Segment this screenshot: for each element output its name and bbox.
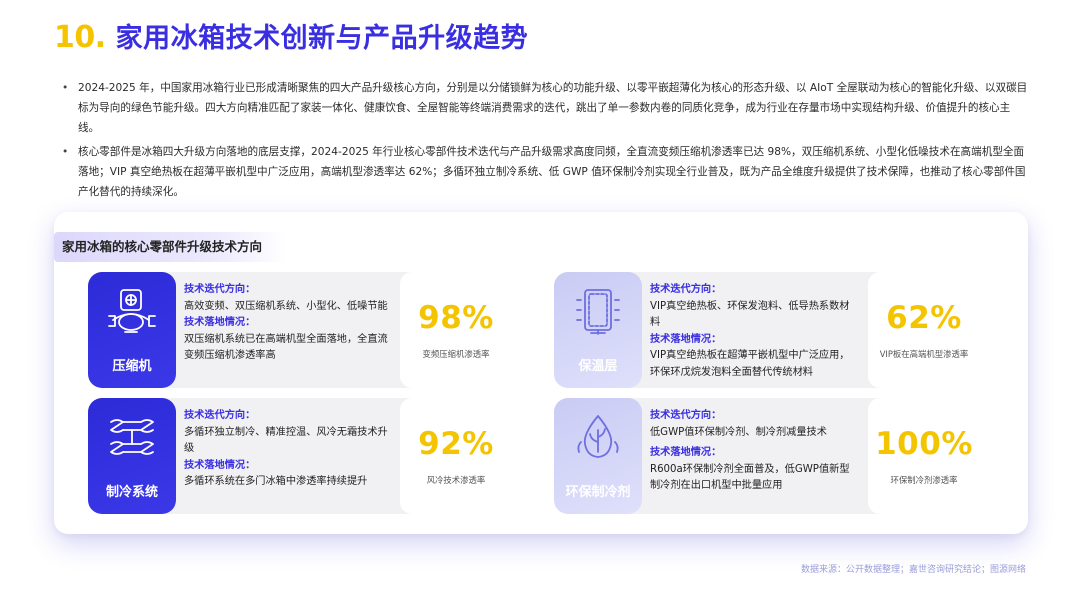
bullet-item: 2024-2025 年，中国家用冰箱行业已形成清晰聚焦的四大产品升级核心方向，分… bbox=[58, 78, 1028, 138]
card-eco-refrigerant: 环保制冷剂 技术迭代方向： 低GWP值环保制冷剂、制冷剂减量技术 技术落地情况：… bbox=[554, 398, 980, 514]
panel-heading-text: 家用冰箱的核心零部件升级技术方向 bbox=[62, 239, 263, 254]
card-text: 技术迭代方向： VIP真空绝热板、环保发泡料、低导热系数材料 技术落地情况： V… bbox=[650, 282, 858, 381]
landing-text: VIP真空绝热板在超薄平嵌机型中广泛应用，环保环戊烷发泡料全面替代传统材料 bbox=[650, 350, 850, 378]
iteration-text: 低GWP值环保制冷剂、制冷剂减量技术 bbox=[650, 426, 827, 438]
panel-heading: 家用冰箱的核心零部件升级技术方向 bbox=[54, 232, 286, 262]
eco-refrigerant-icon-box: 环保制冷剂 bbox=[554, 398, 642, 514]
card-name: 环保制冷剂 bbox=[565, 485, 631, 500]
landing-text: R600a环保制冷剂全面普及，低GWP值新型制冷剂在出口机型中批量应用 bbox=[650, 463, 850, 492]
stat-value: 98% bbox=[418, 300, 494, 336]
compressor-icon-box: 压缩机 bbox=[88, 272, 176, 388]
card-text: 技术迭代方向： 高效变频、双压缩机系统、小型化、低噪节能 技术落地情况： 双压缩… bbox=[184, 282, 392, 365]
card-text: 技术迭代方向： 多循环独立制冷、精准控温、风冷无霜技术升级 技术落地情况： 多循… bbox=[184, 408, 392, 491]
insulation-panel-icon bbox=[576, 289, 620, 335]
stat-caption: 风冷技术渗透率 bbox=[426, 475, 486, 485]
stat-caption: 变频压缩机渗透率 bbox=[422, 349, 490, 359]
landing-heading: 技术落地情况： bbox=[184, 459, 256, 471]
stat-caption: 环保制冷剂渗透率 bbox=[890, 475, 958, 485]
stat-box: 100% 环保制冷剂渗透率 bbox=[868, 398, 980, 514]
section-title: 家用冰箱技术创新与产品升级趋势 bbox=[115, 23, 529, 54]
stat-box: 62% VIP板在高端机型渗透率 bbox=[868, 272, 980, 388]
stat-box: 98% 变频压缩机渗透率 bbox=[400, 272, 512, 388]
card-name: 制冷系统 bbox=[105, 485, 158, 500]
landing-text: 多循环系统在多门冰箱中渗透率持续提升 bbox=[184, 476, 368, 487]
iteration-heading: 技术迭代方向： bbox=[650, 284, 722, 295]
stat-value: 92% bbox=[418, 426, 494, 462]
refrigeration-icon-box: 制冷系统 bbox=[88, 398, 176, 514]
iteration-text: VIP真空绝热板、环保发泡料、低导热系数材料 bbox=[650, 300, 850, 329]
refrigeration-coil-icon bbox=[110, 419, 154, 455]
landing-heading: 技术落地情况： bbox=[650, 447, 722, 458]
card-compressor: 压缩机 技术迭代方向： 高效变频、双压缩机系统、小型化、低噪节能 技术落地情况：… bbox=[88, 272, 512, 388]
stat-value: 62% bbox=[886, 300, 962, 336]
summary-bullets: 2024-2025 年，中国家用冰箱行业已形成清晰聚焦的四大产品升级核心方向，分… bbox=[58, 78, 1028, 206]
stat-box: 92% 风冷技术渗透率 bbox=[400, 398, 512, 514]
iteration-heading: 技术迭代方向： bbox=[184, 410, 256, 421]
bullet-item: 核心零部件是冰箱四大升级方向落地的底层支撑，2024-2025 年行业核心零部件… bbox=[58, 142, 1028, 202]
iteration-heading: 技术迭代方向： bbox=[650, 410, 722, 421]
stat-value: 100% bbox=[875, 426, 973, 462]
data-source-note: 数据来源：公开数据整理；嘉世咨询研究结论；图源网络 bbox=[800, 565, 1026, 575]
page-title: 10. 家用冰箱技术创新与产品升级趋势 bbox=[54, 16, 528, 60]
card-insulation: 保温层 技术迭代方向： VIP真空绝热板、环保发泡料、低导热系数材料 技术落地情… bbox=[554, 272, 980, 388]
insulation-icon-box: 保温层 bbox=[554, 272, 642, 388]
landing-heading: 技术落地情况： bbox=[184, 317, 256, 328]
eco-leaf-drop-icon bbox=[577, 415, 619, 458]
landing-heading: 技术落地情况： bbox=[650, 333, 722, 345]
section-number: 10. bbox=[54, 20, 106, 55]
iteration-text: 高效变频、双压缩机系统、小型化、低噪节能 bbox=[184, 300, 388, 312]
card-refrigeration: 制冷系统 技术迭代方向： 多循环独立制冷、精准控温、风冷无霜技术升级 技术落地情… bbox=[88, 398, 512, 514]
components-panel: 家用冰箱的核心零部件升级技术方向 压缩机 技术迭代方向： 高效变频、双压缩机系统… bbox=[54, 212, 1028, 534]
card-name: 保温层 bbox=[578, 359, 618, 374]
compressor-icon bbox=[108, 289, 156, 333]
stat-caption: VIP板在高端机型渗透率 bbox=[879, 349, 969, 359]
card-text: 技术迭代方向： 低GWP值环保制冷剂、制冷剂减量技术 技术落地情况： R600a… bbox=[650, 408, 858, 495]
card-name: 压缩机 bbox=[112, 359, 152, 374]
iteration-text: 多循环独立制冷、精准控温、风冷无霜技术升级 bbox=[184, 426, 388, 455]
landing-text: 双压缩机系统已在高端机型全面落地，全直流变频压缩机渗透率高 bbox=[184, 333, 388, 362]
iteration-heading: 技术迭代方向： bbox=[184, 284, 256, 295]
